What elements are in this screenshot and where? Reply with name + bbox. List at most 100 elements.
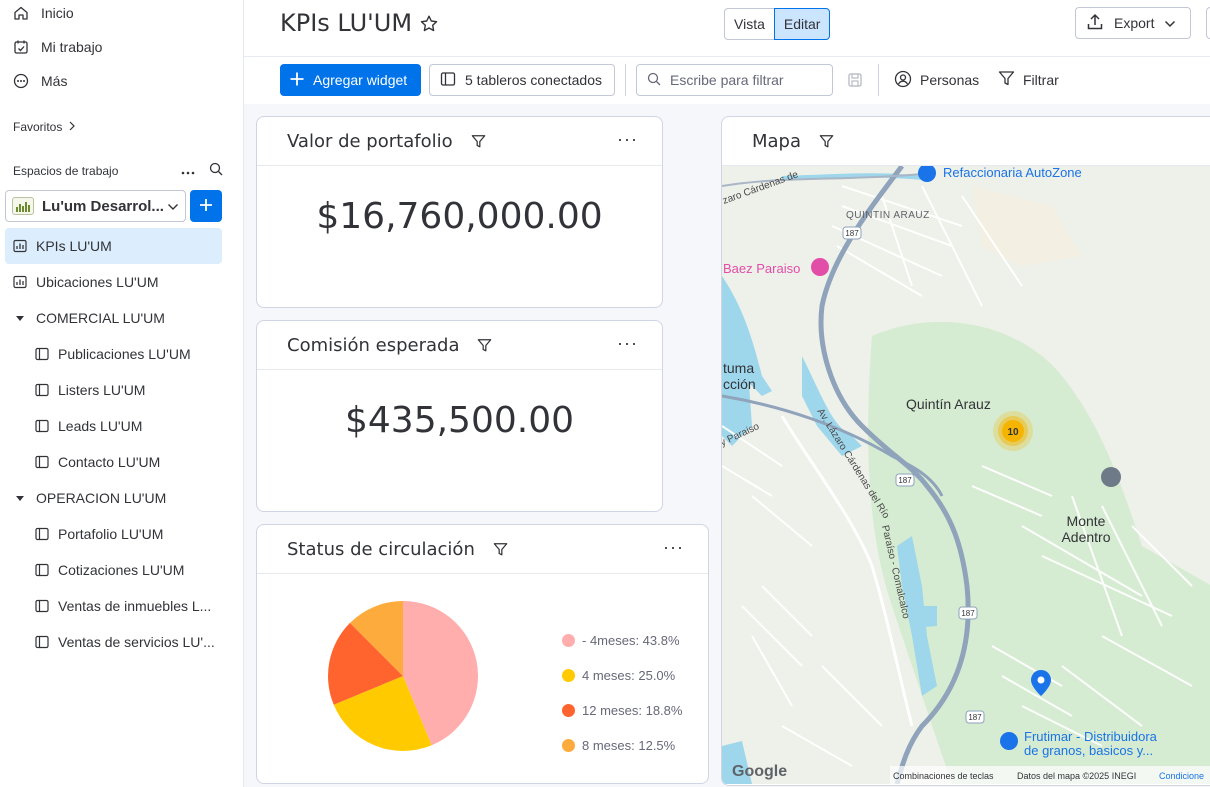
widget-menu-icon[interactable]: ··· bbox=[617, 130, 638, 148]
plus-icon bbox=[289, 71, 305, 90]
toolbar-divider bbox=[625, 64, 626, 96]
dashboard-icon bbox=[13, 239, 27, 253]
place-label: tuma bbox=[723, 360, 754, 376]
sidebar-item-board[interactable]: Contacto LU'UM bbox=[5, 444, 222, 480]
board-icon bbox=[35, 599, 49, 613]
sidebar-item-label: Listers LU'UM bbox=[58, 382, 146, 398]
cart-pin-icon[interactable] bbox=[1000, 732, 1018, 750]
plus-icon bbox=[198, 197, 214, 216]
filter-icon[interactable] bbox=[493, 542, 508, 557]
star-icon[interactable] bbox=[419, 14, 439, 37]
board-icon bbox=[35, 527, 49, 541]
export-button[interactable]: Export bbox=[1075, 7, 1191, 39]
save-icon[interactable] bbox=[847, 72, 863, 91]
calendar-check-icon bbox=[13, 39, 29, 55]
caret-down-icon[interactable] bbox=[13, 315, 27, 322]
school-pin-icon[interactable] bbox=[1101, 467, 1121, 487]
map-data-attribution: Datos del mapa ©2025 INEGI bbox=[1017, 771, 1136, 781]
circulation-status-widget: Status de circulación ··· - 4meses: 43.8… bbox=[256, 524, 709, 784]
legend-label: 12 meses: 18.8% bbox=[582, 703, 683, 718]
place-label: cción bbox=[723, 376, 756, 392]
filter-button[interactable]: Filtrar bbox=[998, 64, 1059, 96]
map-drawing: 187 187 187 187 Av. Lázaro Cárdenas del … bbox=[722, 166, 1210, 784]
page-title: KPIs LU'UM bbox=[280, 9, 413, 37]
poi-label: de granos, basicos y... bbox=[1024, 743, 1153, 758]
connected-boards-button[interactable]: 5 tableros conectados bbox=[429, 64, 615, 96]
legend-swatch bbox=[562, 704, 575, 717]
legend-item[interactable]: 8 meses: 12.5% bbox=[562, 728, 682, 763]
filter-placeholder: Escribe para filtrar bbox=[670, 72, 784, 88]
chevron-right-icon bbox=[68, 120, 76, 134]
search-icon[interactable] bbox=[209, 162, 223, 179]
legend-item[interactable]: 12 meses: 18.8% bbox=[562, 693, 682, 728]
sidebar-item-label: Ventas de servicios LU'... bbox=[58, 634, 215, 650]
nav-item-mas[interactable]: Más bbox=[0, 64, 244, 98]
sidebar-item-board[interactable]: Leads LU'UM bbox=[5, 408, 222, 444]
terms-link[interactable]: Condicione bbox=[1159, 771, 1204, 781]
filter-icon[interactable] bbox=[477, 338, 492, 353]
google-logo: Google bbox=[732, 763, 787, 780]
map-widget: Mapa 187 187 187 187 Av. Lázaro Cárdenas… bbox=[721, 116, 1210, 786]
sidebar-item-dashboard[interactable]: Ubicaciones LU'UM bbox=[5, 264, 222, 300]
sidebar-item-dashboard[interactable]: KPIs LU'UM bbox=[5, 228, 222, 264]
legend-item[interactable]: - 4meses: 43.8% bbox=[562, 623, 682, 658]
portfolio-value-widget: Valor de portafolio ··· $16,760,000.00 bbox=[256, 116, 663, 308]
more-actions-button[interactable] bbox=[1206, 7, 1210, 39]
chart-legend: - 4meses: 43.8% 4 meses: 25.0% 12 meses: 1… bbox=[562, 623, 682, 763]
legend-swatch bbox=[562, 739, 575, 752]
sidebar-item-label: KPIs LU'UM bbox=[36, 238, 112, 254]
nav-item-label: Mi trabajo bbox=[41, 39, 103, 55]
toolbar-divider bbox=[878, 64, 879, 96]
filter-icon[interactable] bbox=[819, 134, 834, 149]
board-icon bbox=[35, 635, 49, 649]
add-item-button[interactable] bbox=[190, 190, 222, 222]
sidebar: Inicio Mi trabajo Más Favoritos Espacios… bbox=[0, 0, 244, 787]
widget-menu-icon[interactable]: ··· bbox=[663, 538, 684, 556]
legend-swatch bbox=[562, 669, 575, 682]
hotel-pin-icon[interactable] bbox=[811, 258, 829, 276]
sidebar-item-label: Contacto LU'UM bbox=[58, 454, 161, 470]
sidebar-item-folder[interactable]: COMERCIAL LU'UM bbox=[5, 300, 222, 336]
people-label: Personas bbox=[920, 72, 980, 88]
people-filter-button[interactable]: Personas bbox=[894, 64, 979, 96]
widget-header: Valor de portafolio ··· bbox=[257, 117, 662, 166]
sidebar-item-board[interactable]: Portafolio LU'UM bbox=[5, 516, 222, 552]
widget-menu-icon[interactable]: ··· bbox=[617, 334, 638, 352]
workspace-selector[interactable]: Lu'um Desarrol... bbox=[5, 190, 186, 222]
workspace-tree: KPIs LU'UM Ubicaciones LU'UM COMERCIAL LU'… bbox=[5, 228, 222, 660]
sidebar-item-board[interactable]: Cotizaciones LU'UM bbox=[5, 552, 222, 588]
poi-label: Baez Paraiso bbox=[723, 261, 800, 276]
sidebar-item-board[interactable]: Ventas de inmuebles L... bbox=[5, 588, 222, 624]
export-label: Export bbox=[1114, 15, 1155, 31]
filter-icon[interactable] bbox=[471, 134, 486, 149]
filter-input[interactable]: Escribe para filtrar bbox=[636, 64, 833, 96]
more-circle-icon bbox=[13, 73, 29, 89]
more-dots-icon[interactable] bbox=[181, 164, 195, 178]
sidebar-item-folder[interactable]: OPERACION LU'UM bbox=[5, 480, 222, 516]
board-icon bbox=[35, 455, 49, 469]
legend-item[interactable]: 4 meses: 25.0% bbox=[562, 658, 682, 693]
dashboard-icon bbox=[13, 275, 27, 289]
route-shield: 187 bbox=[961, 609, 975, 618]
nav-item-label: Inicio bbox=[41, 5, 74, 21]
keyboard-shortcuts-link[interactable]: Combinaciones de teclas bbox=[893, 771, 994, 781]
board-icon bbox=[440, 71, 456, 90]
caret-down-icon[interactable] bbox=[13, 495, 27, 502]
sidebar-item-board[interactable]: Listers LU'UM bbox=[5, 372, 222, 408]
sidebar-item-label: Ubicaciones LU'UM bbox=[36, 274, 159, 290]
legend-swatch bbox=[562, 634, 575, 647]
nav-item-inicio[interactable]: Inicio bbox=[0, 0, 244, 30]
nav-item-mi-trabajo[interactable]: Mi trabajo bbox=[0, 30, 244, 64]
add-widget-button[interactable]: Agregar widget bbox=[280, 64, 421, 96]
favorites-toggle[interactable]: Favoritos bbox=[13, 120, 76, 134]
place-label: Monte bbox=[1067, 513, 1106, 529]
workspaces-header: Espacios de trabajo bbox=[13, 162, 223, 179]
map-canvas[interactable]: 187 187 187 187 Av. Lázaro Cárdenas del … bbox=[722, 166, 1210, 784]
sidebar-item-board[interactable]: Publicaciones LU'UM bbox=[5, 336, 222, 372]
view-button[interactable]: Vista bbox=[724, 8, 774, 40]
sidebar-item-board[interactable]: Ventas de servicios LU'... bbox=[5, 624, 222, 660]
edit-button[interactable]: Editar bbox=[773, 8, 831, 40]
widget-title: Mapa bbox=[752, 130, 802, 152]
header-divider bbox=[244, 56, 1210, 57]
chevron-down-icon bbox=[1164, 15, 1176, 31]
